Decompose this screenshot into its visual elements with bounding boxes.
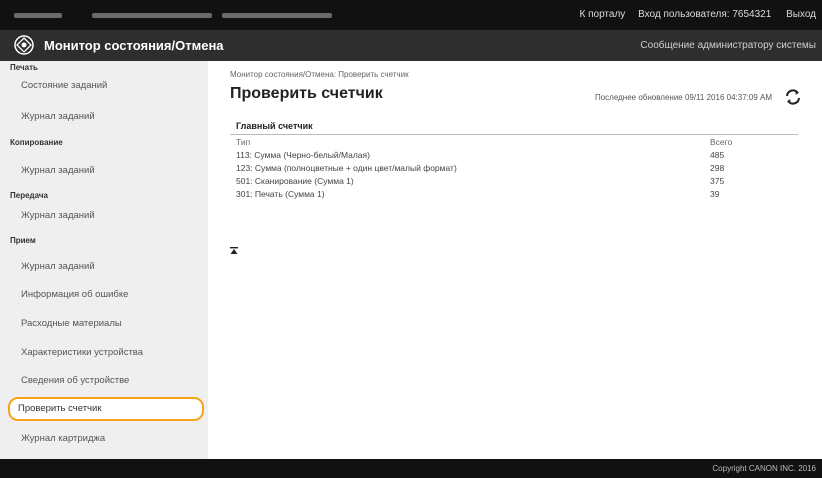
table-row: 113: Сумма (Черно-белый/Малая) 485 [230,148,798,161]
portal-link[interactable]: К порталу [580,9,626,20]
device-address-text [222,13,332,18]
canon-remote-ui-logo-icon[interactable] [14,35,34,55]
counter-type: 301: Печать (Сумма 1) [236,189,325,199]
table-row: 301: Печать (Сумма 1) 39 [230,187,798,200]
main-counter-table: Главный счетчик Тип Всего 113: Сумма (Че… [230,121,798,200]
page-title: Проверить счетчик [230,85,383,102]
counter-total: 375 [710,176,725,186]
sidebar-item-send-job-log[interactable]: Журнал заданий [8,204,204,228]
sidebar-item-consumables[interactable]: Расходные материалы [8,312,204,336]
column-header-type: Тип [236,137,251,147]
counter-total: 485 [710,150,725,160]
counter-total: 298 [710,163,725,173]
sidebar-item-check-counter[interactable]: Проверить счетчик [8,397,204,421]
counter-total: 39 [710,189,720,199]
sidebar-item-cartridge-log[interactable]: Журнал картриджа [8,427,204,451]
top-links: К порталу Вход пользователя: 7654321 Вых… [568,9,817,20]
login-user-text: Вход пользователя: 7654321 [638,9,772,20]
admin-message-link[interactable]: Сообщение администратору системы [640,40,816,51]
sidebar-item-device-info[interactable]: Сведения об устройстве [8,369,204,393]
main-content: Монитор состояния/Отмена: Проверить счет… [208,61,822,459]
logout-link[interactable]: Выход [786,9,816,20]
table-row: 501: Сканирование (Сумма 1) 375 [230,174,798,187]
collapse-up-icon[interactable] [230,247,238,255]
sidebar-section-copy: Копирование [10,138,63,147]
device-name-text [14,13,62,18]
table-row: 123: Сумма (полноцветные + один цвет/мал… [230,161,798,174]
top-bar: К порталу Вход пользователя: 7654321 Вых… [0,0,822,30]
counter-heading: Главный счетчик [236,121,313,131]
last-update-text: Последнее обновление 09/11 2016 04:37:09… [594,93,772,102]
counter-type: 501: Сканирование (Сумма 1) [236,176,354,186]
sidebar-section-send: Передача [10,191,48,200]
counter-type: 123: Сумма (полноцветные + один цвет/мал… [236,163,457,173]
copyright-text: Copyright CANON INC. 2016 [712,464,816,473]
sidebar: Печать Состояние заданий Журнал заданий … [0,61,208,459]
sidebar-item-error-info[interactable]: Информация об ошибке [8,283,204,307]
column-header-total: Всего [710,137,733,147]
counter-header-row: Тип Всего [230,135,798,148]
refresh-icon[interactable] [784,88,802,106]
title-bar: Монитор состояния/Отмена Сообщение админ… [0,30,822,61]
sidebar-item-copy-job-log[interactable]: Журнал заданий [8,159,204,183]
sidebar-item-print-job-log[interactable]: Журнал заданий [8,105,204,129]
sidebar-item-print-job-status[interactable]: Состояние заданий [8,74,204,98]
footer: Copyright CANON INC. 2016 [0,459,822,478]
sidebar-item-receive-job-log[interactable]: Журнал заданий [8,255,204,279]
sidebar-section-receive: Прием [10,236,36,245]
counter-type: 113: Сумма (Черно-белый/Малая) [236,150,370,160]
device-location-text [92,13,212,18]
app-title[interactable]: Монитор состояния/Отмена [44,38,224,53]
sidebar-section-print: Печать [10,63,38,72]
breadcrumb: Монитор состояния/Отмена: Проверить счет… [230,70,409,79]
sidebar-item-device-features[interactable]: Характеристики устройства [8,341,204,365]
